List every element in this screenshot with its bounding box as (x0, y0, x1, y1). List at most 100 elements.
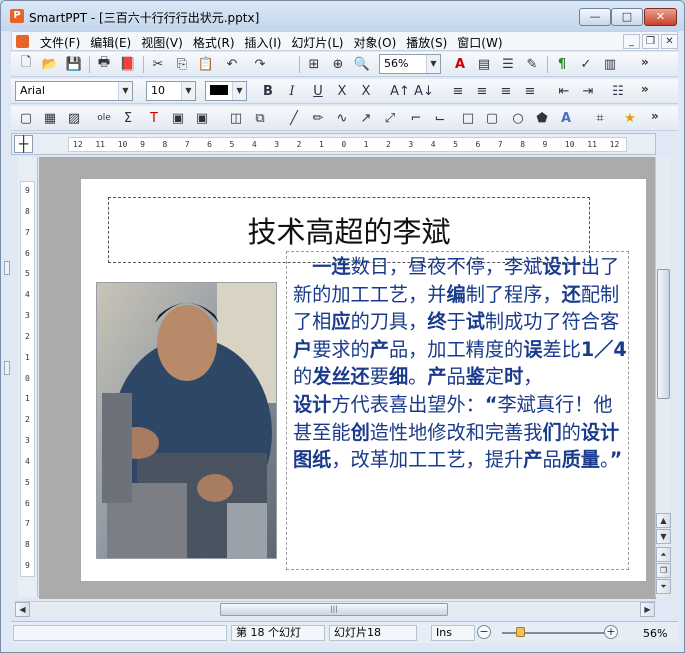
mdi-close-button[interactable]: ✕ (661, 34, 678, 49)
decrease-indent-icon[interactable]: ⇤ (555, 82, 573, 100)
search-icon[interactable]: 🔍 (353, 55, 371, 73)
formula-icon[interactable]: Σ (119, 109, 137, 127)
rectangle-icon[interactable]: □ (459, 109, 477, 127)
new-file-icon[interactable]: 🗋 (17, 55, 35, 73)
grow-font-icon[interactable]: A↑ (390, 82, 410, 100)
underline-icon[interactable]: U (309, 82, 327, 100)
maximize-button[interactable]: □ (611, 8, 643, 26)
slide-body-text-box[interactable]: 一连数日，昼夜不停，李斌设计出了新的加工工艺，并编制了程序，还配制了相应的刀具，… (286, 251, 629, 570)
last-slide-icon[interactable]: ⏷ (656, 579, 671, 594)
page-frame-icon[interactable]: ▣ (193, 109, 211, 127)
wordart-icon[interactable]: A (557, 109, 575, 127)
ellipse-icon[interactable]: ○ (509, 109, 527, 127)
more-tools-icon[interactable]: » (651, 109, 659, 123)
minimize-button[interactable]: — (579, 8, 611, 26)
mdi-minimize-button[interactable]: _ (623, 34, 640, 49)
increase-indent-icon[interactable]: ⇥ (579, 82, 597, 100)
mdi-restore-button[interactable]: ❐ (642, 34, 659, 49)
frame-icon[interactable]: ▣ (169, 109, 187, 127)
worker-photo[interactable] (96, 282, 277, 559)
arrange-icon[interactable]: ⧉ (251, 109, 269, 127)
align-center-icon[interactable]: ≡ (473, 82, 491, 100)
zoom-in-button[interactable]: + (604, 625, 618, 639)
scroll-left-icon[interactable]: ◀ (15, 602, 30, 617)
bold-icon[interactable]: B (259, 82, 277, 100)
menu-item[interactable]: 插入(I) (242, 34, 289, 51)
align-left-icon[interactable]: ≡ (449, 82, 467, 100)
connector-icon[interactable]: ⤢ (381, 109, 399, 127)
print-icon[interactable]: 🖶 (95, 55, 113, 73)
spell-check-icon[interactable]: ✓ (577, 55, 595, 73)
open-folder-icon[interactable]: 📂 (41, 55, 59, 73)
more-tools-icon[interactable]: » (641, 55, 649, 69)
cut-icon[interactable]: ✂ (149, 55, 167, 73)
curve-icon[interactable]: ∿ (333, 109, 351, 127)
menu-item[interactable]: 播放(S) (403, 34, 454, 51)
redo-icon[interactable]: ↷ (251, 55, 269, 73)
font-name-select[interactable]: Arial ▼ (15, 81, 133, 101)
menu-item[interactable]: 编辑(E) (87, 34, 138, 51)
scroll-right-icon[interactable]: ▶ (640, 602, 655, 617)
zoom-out-button[interactable]: − (477, 625, 491, 639)
menu-item[interactable]: 幻灯片(L) (288, 34, 350, 51)
menu-item[interactable]: 格式(R) (190, 34, 242, 51)
chart-icon[interactable]: ▥ (601, 55, 619, 73)
save-icon[interactable]: 💾 (65, 55, 83, 73)
horizontal-ruler[interactable]: ┼ 12 11 10 9 8 7 6 5 4 3 2 1 0 1 2 3 4 5 6 7 8 9 10 11 12 (11, 133, 656, 155)
clear-format-icon[interactable]: X (357, 82, 375, 100)
align-right-icon[interactable]: ≡ (497, 82, 515, 100)
format-painter-icon[interactable]: ✎ (523, 55, 541, 73)
vertical-ruler[interactable]: 9 8 7 6 5 4 3 2 1 0 1 2 3 4 5 6 7 8 9 (18, 157, 38, 597)
title-bar[interactable]: P SmartPPT - [三百六十行行行出状元.pptx] — □ ✕ (1, 1, 684, 31)
shapes-icon[interactable]: ⬟ (533, 109, 551, 127)
ole-object-icon[interactable]: ole (95, 109, 113, 127)
first-slide-icon[interactable]: ⏶ (656, 547, 671, 562)
close-button[interactable]: ✕ (644, 8, 677, 26)
scroll-up-icon[interactable]: ▲ (656, 513, 671, 528)
chevron-down-icon[interactable]: ▼ (181, 82, 195, 100)
strikethrough-icon[interactable]: X (333, 82, 351, 100)
paragraph-icon[interactable]: ¶ (553, 55, 571, 73)
scroll-down-icon[interactable]: ▼ (656, 529, 671, 544)
elbow-connector-icon[interactable]: ⌐ (407, 109, 425, 127)
left-panel-handle[interactable] (4, 261, 10, 275)
document-icon[interactable] (16, 35, 29, 48)
table-icon[interactable]: ▦ (41, 109, 59, 127)
font-size-select[interactable]: 10 ▼ (146, 81, 196, 101)
pencil-icon[interactable]: ✏ (309, 109, 327, 127)
undo-icon[interactable]: ↶ (223, 55, 241, 73)
restore-view-icon[interactable]: ❐ (656, 563, 671, 578)
zoom-tool-icon[interactable]: ⊕ (329, 55, 347, 73)
ruler-origin-icon[interactable]: ┼ (14, 135, 33, 153)
group-icon[interactable]: ◫ (227, 109, 245, 127)
paste-icon[interactable]: 📋 (197, 55, 215, 73)
text-art-icon[interactable]: T (145, 109, 163, 127)
italic-icon[interactable]: I (283, 82, 301, 100)
shrink-font-icon[interactable]: A↓ (414, 82, 434, 100)
zoom-select[interactable]: 56% ▼ (379, 54, 441, 74)
picture-icon[interactable]: ▨ (65, 109, 83, 127)
menu-item[interactable]: 对象(O) (350, 34, 403, 51)
chevron-down-icon[interactable]: ▼ (426, 55, 440, 73)
arrow-icon[interactable]: ↗ (357, 109, 375, 127)
left-panel-handle[interactable] (4, 361, 10, 375)
list-icon[interactable]: ☰ (499, 55, 517, 73)
text-frame-icon[interactable]: ▢ (17, 109, 35, 127)
font-color-select[interactable]: ▼ (205, 81, 247, 101)
slide[interactable]: 技术高超的李斌 一连数日，昼夜不停，李斌设计出了新的加工工艺，并编制了程序，还配… (81, 179, 646, 581)
form-icon[interactable]: ▤ (475, 55, 493, 73)
rounded-rectangle-icon[interactable]: ▢ (483, 109, 501, 127)
star-icon[interactable]: ★ (621, 109, 639, 127)
slide-number-icon[interactable]: ⊞ (305, 55, 323, 73)
text-color-icon[interactable]: A (451, 55, 469, 73)
copy-icon[interactable]: ⎘ (173, 55, 191, 73)
bullet-list-icon[interactable]: ☷ (609, 82, 627, 100)
horizontal-scrollbar[interactable]: ◀ ||| ▶ (15, 601, 656, 617)
vertical-scrollbar[interactable]: ▲ ▼ ⏶ ❐ ⏷ (655, 157, 671, 597)
zoom-slider-thumb[interactable] (516, 627, 525, 637)
more-tools-icon[interactable]: » (641, 82, 649, 96)
vertical-scroll-thumb[interactable] (657, 269, 670, 399)
justify-icon[interactable]: ≡ (521, 82, 539, 100)
menu-item[interactable]: 视图(V) (138, 34, 190, 51)
pdf-export-icon[interactable]: 📕 (119, 55, 137, 73)
